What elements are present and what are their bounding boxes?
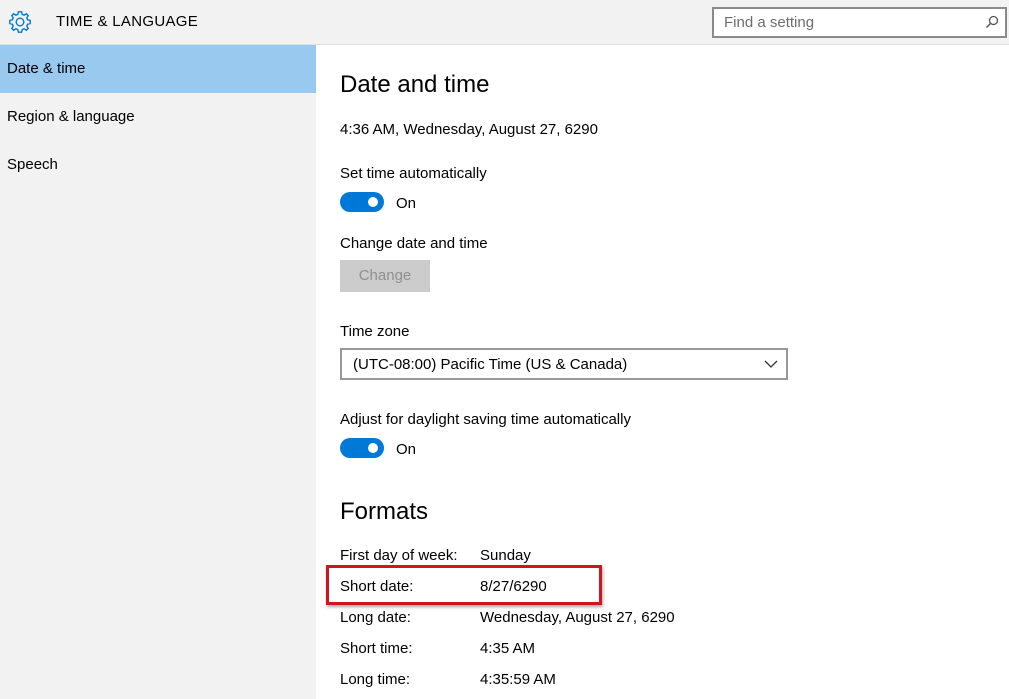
short-time-label: Short time: <box>340 640 413 657</box>
long-date-label: Long date: <box>340 609 411 626</box>
search-box[interactable] <box>712 7 1007 38</box>
sidebar-item-date-time[interactable]: Date & time <box>0 45 316 93</box>
dst-state: On <box>396 441 417 458</box>
set-time-auto-label: Set time automatically <box>340 165 487 182</box>
toggle-knob <box>368 197 378 207</box>
first-day-value: Sunday <box>480 547 531 564</box>
annotation-highlight-box <box>326 565 602 605</box>
first-day-label: First day of week: <box>340 547 458 564</box>
set-time-auto-toggle[interactable] <box>340 192 384 212</box>
change-button[interactable]: Change <box>340 260 430 292</box>
sidebar-item-label: Region & language <box>7 108 135 125</box>
formats-heading: Formats <box>340 498 429 525</box>
app-title: TIME & LANGUAGE <box>56 13 199 30</box>
main-content: Date and time 4:36 AM, Wednesday, August… <box>316 45 1009 699</box>
dst-label: Adjust for daylight saving time automati… <box>340 411 631 428</box>
chevron-down-icon <box>764 360 778 368</box>
sidebar-item-speech[interactable]: Speech <box>0 141 316 189</box>
dst-toggle[interactable] <box>340 438 384 458</box>
long-date-value: Wednesday, August 27, 6290 <box>480 609 675 626</box>
sidebar-item-label: Speech <box>7 156 58 173</box>
search-input[interactable] <box>714 9 984 36</box>
sidebar-item-label: Date & time <box>7 60 86 77</box>
short-time-value: 4:35 AM <box>480 640 536 657</box>
sidebar: Date & time Region & language Speech <box>0 45 316 699</box>
search-icon[interactable] <box>985 15 999 29</box>
time-zone-dropdown[interactable]: (UTC-08:00) Pacific Time (US & Canada) <box>340 348 788 380</box>
page-title: Date and time <box>340 71 490 98</box>
set-time-auto-state: On <box>396 195 417 212</box>
time-zone-label: Time zone <box>340 323 410 340</box>
time-zone-value: (UTC-08:00) Pacific Time (US & Canada) <box>353 356 628 373</box>
current-datetime: 4:36 AM, Wednesday, August 27, 6290 <box>340 121 598 138</box>
gear-icon <box>9 11 31 33</box>
sidebar-item-region-language[interactable]: Region & language <box>0 93 316 141</box>
long-time-label: Long time: <box>340 671 411 688</box>
change-date-time-label: Change date and time <box>340 235 488 252</box>
toggle-knob <box>368 443 378 453</box>
long-time-value: 4:35:59 AM <box>480 671 556 688</box>
title-bar: TIME & LANGUAGE <box>0 0 1009 45</box>
